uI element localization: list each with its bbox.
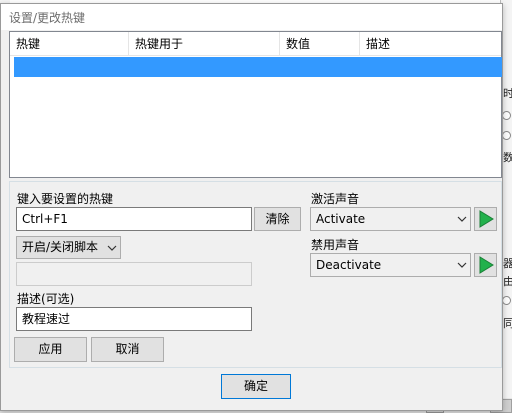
play-deactivate-sound-button[interactable]: [474, 253, 497, 277]
background-text: 同: [503, 318, 512, 330]
apply-button[interactable]: 应用: [14, 337, 87, 362]
play-icon: [479, 210, 494, 228]
selected-list-row[interactable]: [14, 57, 502, 77]
background-radio: [502, 131, 511, 140]
column-header-used-for[interactable]: 热键用于: [129, 32, 280, 56]
clear-button[interactable]: 清除: [254, 207, 301, 231]
activate-sound-select[interactable]: Activate: [310, 207, 471, 231]
background-radio: [502, 296, 511, 305]
column-header-hotkey[interactable]: 热键: [10, 32, 129, 56]
dialog-title: 设置/更改热键: [9, 11, 86, 25]
activate-sound-value: Activate: [316, 212, 366, 226]
description-label: 描述(可选): [17, 292, 75, 306]
background-text: 器: [503, 258, 512, 270]
deactivate-sound-label: 禁用声音: [311, 238, 360, 252]
description-input[interactable]: 教程速过: [16, 307, 252, 331]
play-icon: [479, 256, 494, 274]
play-activate-sound-button[interactable]: [474, 207, 497, 231]
hotkey-section-label: 键入要设置的热键: [17, 192, 114, 206]
background-text: 数: [503, 152, 512, 164]
chevron-down-icon: [457, 262, 467, 268]
ok-button[interactable]: 确定: [221, 374, 291, 399]
deactivate-sound-select[interactable]: Deactivate: [310, 253, 471, 277]
hotkey-list-header: 热键 热键用于 数值 描述: [10, 32, 501, 56]
activate-sound-label: 激活声音: [311, 192, 360, 206]
column-header-value[interactable]: 数值: [280, 32, 360, 56]
cancel-button[interactable]: 取消: [91, 337, 164, 362]
column-header-description[interactable]: 描述: [360, 32, 501, 56]
action-select[interactable]: 开启/关闭脚本: [16, 236, 121, 259]
background-text: 由: [503, 276, 512, 288]
background-text: 时: [503, 88, 512, 100]
hotkey-input[interactable]: Ctrl+F1: [16, 207, 252, 231]
deactivate-sound-value: Deactivate: [316, 258, 382, 272]
chevron-down-icon: [107, 245, 117, 251]
value-input: [16, 262, 252, 286]
background-radio: [502, 111, 511, 120]
action-select-value: 开启/关闭脚本: [22, 240, 99, 254]
chevron-down-icon: [457, 216, 467, 222]
